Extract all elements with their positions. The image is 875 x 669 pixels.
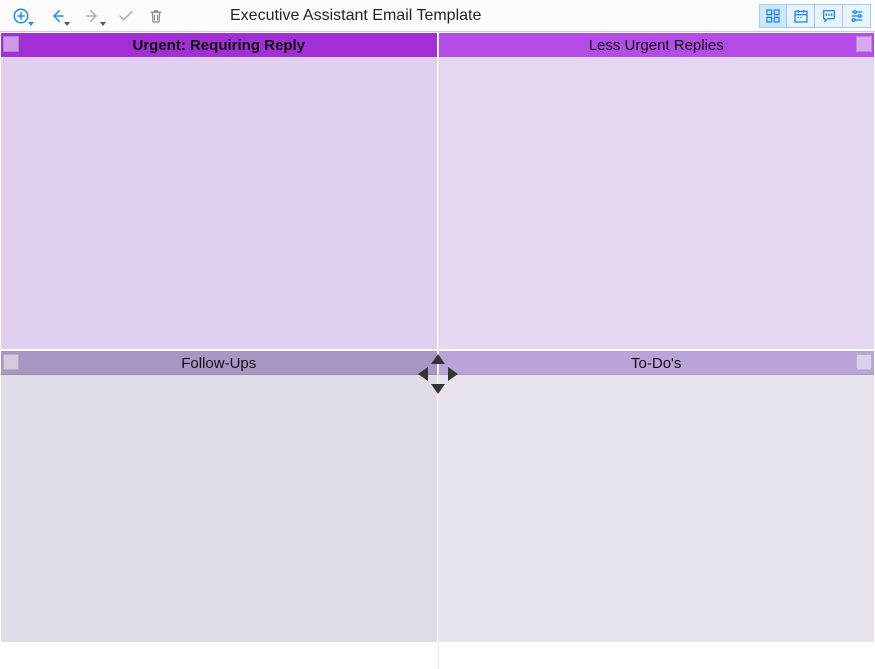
toolbar-right: [759, 4, 871, 28]
pane-body[interactable]: [1, 57, 437, 349]
check-icon: [117, 7, 135, 25]
pane-body[interactable]: [1, 375, 437, 642]
toolbar: Executive Assistant Email Template: [0, 0, 875, 32]
pane-title: Urgent: Requiring Reply: [132, 37, 305, 54]
mark-complete-button[interactable]: [112, 2, 140, 30]
view-grid-button[interactable]: [759, 4, 787, 28]
toolbar-left: [4, 2, 170, 30]
vertical-splitter[interactable]: [438, 32, 439, 669]
center-splitter[interactable]: [418, 354, 458, 394]
calendar-icon: [793, 8, 809, 24]
trash-icon: [147, 7, 165, 25]
caret-down-icon: [64, 22, 70, 26]
drag-handle-icon[interactable]: [856, 354, 872, 370]
forward-button[interactable]: [76, 2, 110, 30]
pane-less-urgent-replies[interactable]: Less Urgent Replies: [438, 32, 875, 350]
view-comment-button[interactable]: [815, 4, 843, 28]
pane-title: Less Urgent Replies: [589, 37, 724, 54]
pane-follow-ups[interactable]: Follow-Ups: [0, 350, 438, 643]
add-button[interactable]: [4, 2, 38, 30]
pane-body[interactable]: [439, 57, 875, 349]
caret-down-icon: [28, 22, 34, 26]
pane-header[interactable]: Urgent: Requiring Reply: [1, 33, 437, 57]
pane-header[interactable]: Less Urgent Replies: [439, 33, 875, 57]
delete-button[interactable]: [142, 2, 170, 30]
arrow-right-icon[interactable]: [448, 367, 458, 381]
arrow-left-icon[interactable]: [418, 367, 428, 381]
pane-body[interactable]: [439, 375, 875, 642]
pane-to-dos[interactable]: To-Do's: [438, 350, 875, 643]
drag-handle-icon[interactable]: [3, 354, 19, 370]
arrow-up-icon[interactable]: [431, 354, 445, 364]
pane-urgent-requiring-reply[interactable]: Urgent: Requiring Reply: [0, 32, 438, 350]
pane-header[interactable]: To-Do's: [439, 351, 875, 375]
caret-down-icon: [100, 22, 106, 26]
arrow-down-icon[interactable]: [431, 384, 445, 394]
back-button[interactable]: [40, 2, 74, 30]
speech-bubble-icon: [821, 8, 837, 24]
quadrant-area: Urgent: Requiring Reply Less Urgent Repl…: [0, 32, 875, 669]
page-title: Executive Assistant Email Template: [170, 7, 759, 25]
pane-title: To-Do's: [631, 355, 681, 372]
pane-title: Follow-Ups: [181, 355, 256, 372]
sliders-icon: [849, 8, 865, 24]
view-calendar-button[interactable]: [787, 4, 815, 28]
pane-header[interactable]: Follow-Ups: [1, 351, 437, 375]
drag-handle-icon[interactable]: [3, 36, 19, 52]
drag-handle-icon[interactable]: [856, 36, 872, 52]
view-settings-button[interactable]: [843, 4, 871, 28]
grid-icon: [765, 8, 781, 24]
